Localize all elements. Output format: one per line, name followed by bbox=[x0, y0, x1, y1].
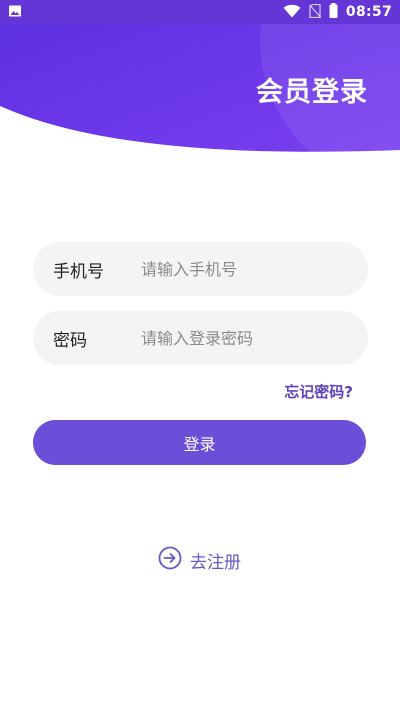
phone-field: 手机号 bbox=[33, 242, 368, 296]
phone-input[interactable] bbox=[121, 242, 368, 296]
register-link[interactable]: 去注册 bbox=[158, 546, 241, 574]
status-bar: 08:57 bbox=[0, 0, 400, 24]
forgot-password-link[interactable]: 忘记密码? bbox=[284, 381, 353, 402]
wifi-icon bbox=[283, 3, 301, 22]
page-title: 会员登录 bbox=[256, 77, 368, 108]
arrow-circle-right-icon bbox=[158, 546, 182, 574]
phone-label: 手机号 bbox=[53, 261, 104, 282]
image-icon bbox=[8, 3, 22, 22]
login-button[interactable]: 登录 bbox=[33, 420, 366, 465]
register-label: 去注册 bbox=[190, 552, 241, 573]
password-field: 密码 bbox=[33, 311, 368, 365]
no-sim-icon bbox=[308, 3, 321, 22]
password-label: 密码 bbox=[53, 330, 87, 351]
password-input[interactable] bbox=[121, 311, 368, 365]
battery-icon bbox=[329, 2, 338, 22]
login-screen: 08:57 会员登录 手机号 密码 忘记密码? 登录 去注册 bbox=[0, 0, 400, 711]
clock: 08:57 bbox=[345, 4, 392, 20]
